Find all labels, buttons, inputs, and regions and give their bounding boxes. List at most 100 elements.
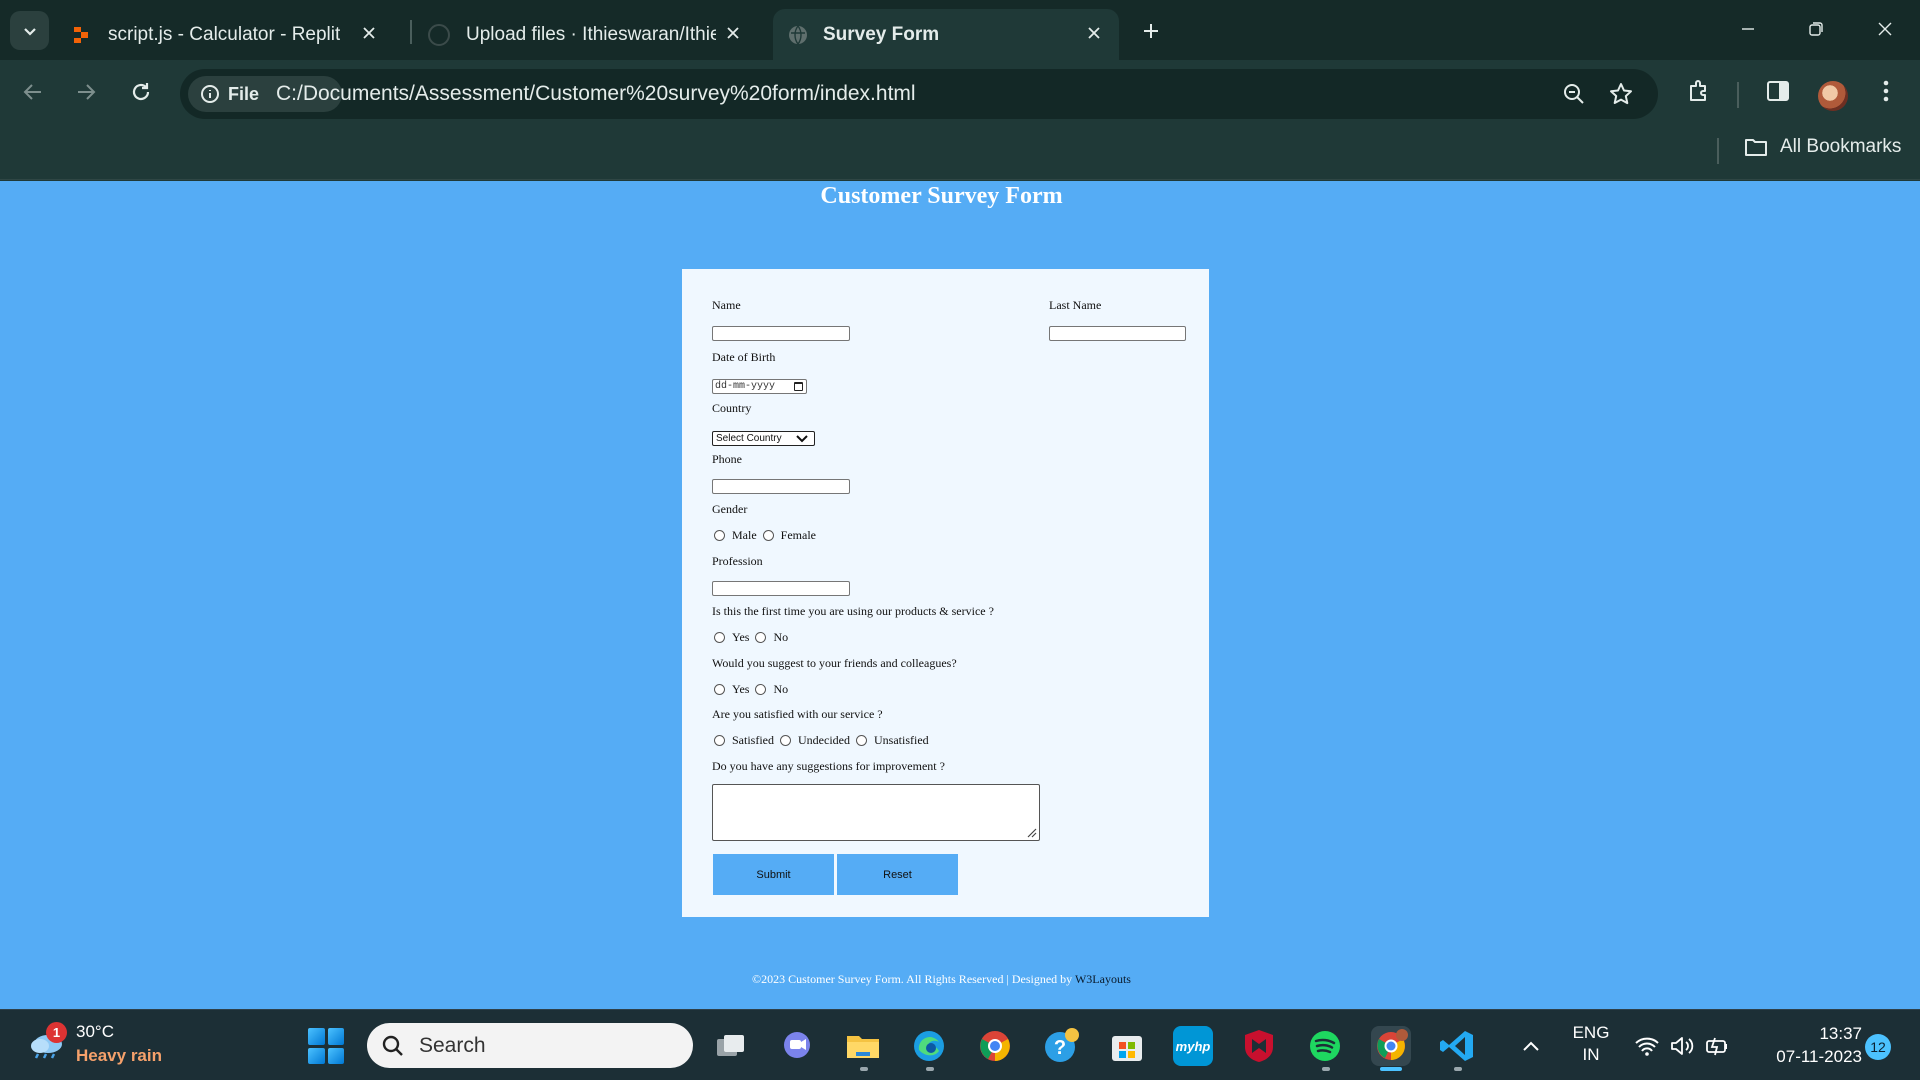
satisfied-option[interactable]: Satisfied (714, 733, 774, 748)
close-tab-icon[interactable] (1083, 22, 1105, 44)
gender-male-option[interactable]: Male (714, 528, 757, 543)
windows-logo-tile (327, 1028, 344, 1045)
radio-yes[interactable] (714, 632, 725, 643)
radio-no[interactable] (755, 632, 767, 643)
tab-separator (410, 20, 412, 44)
radio-satisfied[interactable] (714, 735, 725, 746)
radio-no[interactable] (755, 684, 767, 695)
taskbar-search[interactable]: Search (367, 1023, 693, 1068)
edge-icon[interactable] (909, 1026, 949, 1066)
new-tab-button[interactable] (1136, 16, 1166, 46)
profession-label: Profession (712, 554, 763, 568)
reset-button[interactable]: Reset (837, 854, 958, 895)
close-tab-icon[interactable] (722, 22, 744, 44)
chrome-icon[interactable] (975, 1026, 1015, 1066)
page-viewport: Customer Survey Form Name Last Name Date… (0, 181, 1920, 1009)
option-label: Satisfied (732, 733, 774, 747)
footer-link[interactable]: W3Layouts (1075, 972, 1131, 986)
tab-search-button[interactable] (10, 11, 49, 50)
calendar-icon[interactable] (794, 382, 803, 391)
kebab-menu-icon[interactable] (1871, 76, 1901, 106)
chevron-down-icon (23, 27, 36, 36)
folder-icon (1745, 139, 1767, 156)
region-code: IN (1582, 1045, 1600, 1064)
file-explorer-icon[interactable] (843, 1026, 883, 1066)
volume-icon[interactable] (1669, 1034, 1695, 1058)
minimize-button[interactable] (1733, 14, 1763, 44)
spotify-icon[interactable] (1305, 1026, 1345, 1066)
tab-survey-form[interactable]: Survey Form (773, 9, 1119, 60)
start-button[interactable] (308, 1028, 344, 1064)
first-time-no-option[interactable]: No (755, 630, 788, 645)
bookmarks-bar: All Bookmarks (0, 122, 1920, 180)
resize-grip-icon[interactable] (1027, 828, 1037, 838)
name-input[interactable] (712, 326, 850, 341)
chrome-active-icon[interactable] (1371, 1026, 1411, 1066)
close-tab-icon[interactable] (358, 22, 380, 44)
notification-badge[interactable]: 12 (1865, 1034, 1891, 1060)
teams-chat-icon[interactable] (777, 1026, 817, 1066)
radio-unsatisfied[interactable] (855, 735, 867, 746)
reload-button[interactable] (124, 75, 158, 109)
profile-avatar[interactable] (1818, 81, 1848, 111)
dob-placeholder: dd-mm-yyyy (715, 381, 776, 392)
option-label: Yes (732, 630, 750, 644)
back-button[interactable] (16, 75, 50, 109)
vscode-icon[interactable] (1437, 1026, 1477, 1066)
system-clock[interactable]: 13:37 07-11-2023 (1750, 1022, 1862, 1068)
url-text[interactable]: C:/Documents/Assessment/Customer%20surve… (276, 82, 916, 106)
address-bar[interactable]: File C:/Documents/Assessment/Customer%20… (180, 69, 1658, 119)
extensions-icon[interactable] (1684, 76, 1714, 106)
close-icon (1878, 22, 1892, 36)
zoom-icon[interactable] (1561, 81, 1587, 107)
battery-charging-icon[interactable] (1704, 1034, 1730, 1058)
running-indicator (926, 1067, 934, 1071)
tab-github[interactable]: Upload files · Ithieswaran/Ithie (428, 9, 758, 60)
survey-form: Name Last Name Date of Birth dd-mm-yyyy … (682, 269, 1209, 917)
country-selected-value: Select Country (716, 433, 782, 444)
profession-input[interactable] (712, 581, 850, 596)
first-time-yes-option[interactable]: Yes (714, 630, 749, 645)
language-indicator[interactable]: ENG IN (1570, 1022, 1612, 1066)
tab-replit[interactable]: script.js - Calculator - Replit (72, 9, 394, 60)
get-help-icon[interactable]: ? (1041, 1026, 1081, 1066)
radio-undecided[interactable] (780, 735, 791, 746)
microsoft-store-icon[interactable] (1107, 1026, 1147, 1066)
suggestions-textarea[interactable] (712, 784, 1040, 841)
weather-temperature[interactable]: 30°C (76, 1022, 114, 1042)
mcafee-icon[interactable] (1239, 1026, 1279, 1066)
unsatisfied-option[interactable]: Unsatisfied (855, 733, 929, 748)
restore-button[interactable] (1801, 14, 1831, 44)
undecided-option[interactable]: Undecided (780, 733, 850, 748)
phone-input[interactable] (712, 479, 850, 494)
wifi-icon[interactable] (1634, 1034, 1660, 1058)
close-window-button[interactable] (1870, 14, 1900, 44)
radio-male[interactable] (714, 530, 725, 541)
radio-yes[interactable] (714, 684, 725, 695)
bookmark-star-icon[interactable] (1608, 81, 1634, 107)
task-view-icon[interactable] (711, 1026, 751, 1066)
bookmarks-separator (1717, 138, 1719, 164)
tab-title: Survey Form (823, 23, 940, 45)
myhp-icon[interactable]: myhp (1173, 1026, 1213, 1066)
suggest-options: Yes No (714, 682, 794, 697)
gender-female-option[interactable]: Female (762, 528, 816, 543)
side-panel-icon[interactable] (1763, 76, 1793, 106)
country-select[interactable]: Select Country (712, 431, 815, 446)
option-label: Male (732, 528, 757, 542)
radio-female[interactable] (762, 530, 774, 541)
option-label: Unsatisfied (873, 733, 929, 747)
submit-button[interactable]: Submit (713, 854, 834, 895)
page-title: Customer Survey Form (820, 183, 1063, 209)
suggest-yes-option[interactable]: Yes (714, 682, 749, 697)
forward-button[interactable] (69, 75, 103, 109)
last-name-input[interactable] (1049, 326, 1186, 341)
chevron-up-icon[interactable] (1519, 1036, 1543, 1056)
weather-description[interactable]: Heavy rain (76, 1046, 162, 1066)
first-time-question: Is this the first time you are using our… (712, 604, 994, 618)
windows-taskbar: 1 30°C Heavy rain Search ? myhp ENG IN 1… (0, 1009, 1920, 1080)
running-indicator (1322, 1067, 1330, 1071)
all-bookmarks-button[interactable]: All Bookmarks (1744, 136, 1901, 158)
dob-input[interactable]: dd-mm-yyyy (712, 379, 807, 394)
suggest-no-option[interactable]: No (755, 682, 788, 697)
